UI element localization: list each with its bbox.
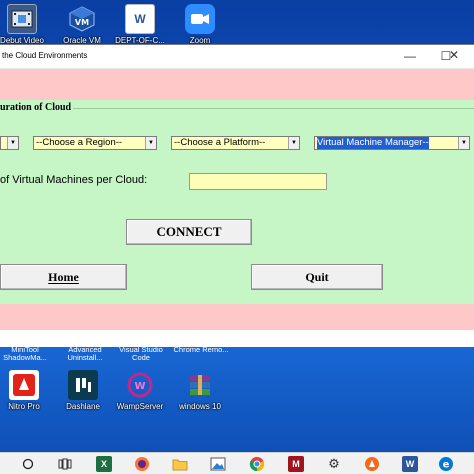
word-icon[interactable]: W: [402, 456, 418, 472]
firefox-icon[interactable]: [134, 456, 150, 472]
section-label: uration of Cloud: [0, 102, 74, 113]
app-window: the Cloud Environments — ☐ uration of Cl…: [0, 44, 474, 347]
file-explorer-icon[interactable]: [172, 456, 188, 472]
nitro-icon: [9, 370, 39, 400]
excel-icon[interactable]: X: [96, 456, 112, 472]
avast-icon[interactable]: [364, 456, 380, 472]
quit-button[interactable]: Quit: [251, 264, 383, 290]
cloud-combo[interactable]: ▼: [0, 136, 19, 150]
desktop-icon-nitro-pro[interactable]: Nitro Pro: [0, 370, 54, 411]
dashlane-icon: [68, 370, 98, 400]
desktop-icon-label: Dashlane: [66, 402, 100, 411]
desktop-icon-label[interactable]: Advanced Uninstall...: [56, 346, 114, 362]
chevron-down-icon: ▼: [145, 137, 156, 149]
photos-icon[interactable]: [210, 456, 226, 472]
desktop-icon-label: WampServer: [116, 402, 164, 411]
svg-text:VM: VM: [75, 18, 89, 27]
svg-text:e: e: [443, 460, 450, 471]
minimize-button[interactable]: —: [400, 48, 420, 64]
desktop-icon-dept-doc[interactable]: W DEPT-OF-C...: [110, 4, 170, 45]
home-button-label: Home: [48, 269, 79, 284]
chrome-icon[interactable]: [249, 456, 265, 472]
edge-icon[interactable]: e: [438, 456, 454, 472]
desktop-icon-debut-video[interactable]: Debut Video: [0, 4, 52, 45]
desktop-icon-label[interactable]: Visual Studio Code: [112, 346, 170, 362]
top-banner: [0, 69, 474, 100]
desktop-icon-zoom[interactable]: Zoom: [170, 4, 230, 45]
desktop-icon-wampserver[interactable]: W WampServer: [110, 370, 170, 411]
desktop-icon-windows-10[interactable]: windows 10: [170, 370, 230, 411]
virtualbox-icon: VM: [67, 4, 97, 34]
svg-text:W: W: [134, 381, 145, 392]
platform-combo[interactable]: --Choose a Platform-- ▼: [171, 136, 300, 150]
region-combo-value: --Choose a Region--: [36, 137, 123, 148]
quit-button-label: Quit: [305, 269, 329, 284]
vm-count-input[interactable]: [189, 173, 327, 190]
vm-count-label: of Virtual Machines per Cloud:: [0, 174, 148, 186]
desktop-icon-oracle-vm[interactable]: VM Oracle VM: [52, 4, 112, 45]
chevron-down-icon: ▼: [7, 137, 18, 149]
chevron-down-icon: ▼: [288, 137, 299, 149]
task-view-icon[interactable]: [20, 456, 36, 472]
connect-button[interactable]: CONNECT: [126, 219, 252, 245]
window-title: the Cloud Environments: [2, 51, 88, 60]
winrar-icon: [185, 370, 215, 400]
zoom-icon: [185, 4, 215, 34]
desktop-icon-label: Nitro Pro: [8, 402, 40, 411]
task-switch-icon[interactable]: [57, 456, 73, 472]
title-bar[interactable]: the Cloud Environments — ☐: [0, 45, 474, 69]
window-bottom-edge: [0, 330, 474, 347]
bottom-banner: [0, 304, 474, 330]
desktop-icon-dashlane[interactable]: Dashlane: [53, 370, 113, 411]
word-document-icon: W: [125, 4, 155, 34]
home-button[interactable]: Home: [0, 264, 127, 290]
vm-manager-combo-value: Virtual Machine Manager--: [317, 137, 429, 149]
close-button[interactable]: ✕: [444, 47, 464, 63]
desktop-partial-row: MiniTool ShadowMa... Advanced Uninstall.…: [0, 346, 474, 362]
chevron-down-icon: ▼: [458, 137, 469, 149]
taskbar: X M ⚙ W e: [0, 452, 474, 474]
settings-icon[interactable]: ⚙: [326, 456, 342, 472]
desktop-icon-label[interactable]: Chrome Remo...: [172, 346, 230, 362]
mendeley-icon[interactable]: M: [288, 456, 304, 472]
desktop-icon-label[interactable]: MiniTool ShadowMa...: [0, 346, 56, 362]
region-combo[interactable]: --Choose a Region-- ▼: [33, 136, 157, 150]
vm-manager-combo[interactable]: Virtual Machine Manager-- ▼: [314, 136, 470, 150]
film-icon: [7, 4, 37, 34]
wampserver-icon: W: [125, 370, 155, 400]
desktop-icon-label: windows 10: [179, 402, 221, 411]
platform-combo-value: --Choose a Platform--: [174, 137, 266, 148]
